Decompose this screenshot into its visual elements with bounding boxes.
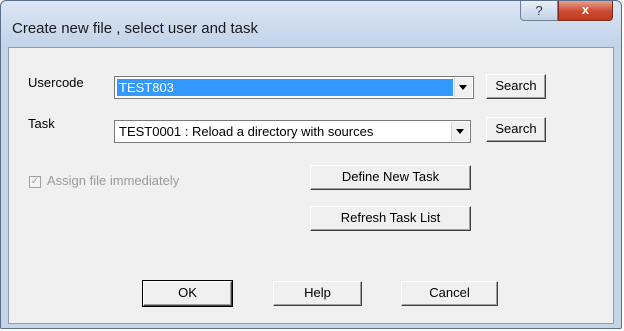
task-label: Task xyxy=(28,116,55,131)
task-search-button[interactable]: Search xyxy=(486,117,546,142)
usercode-value: TEST803 xyxy=(117,79,453,96)
task-value: TEST0001 : Reload a directory with sourc… xyxy=(119,124,374,139)
help-title-button[interactable]: ? xyxy=(520,1,558,21)
help-button[interactable]: Help xyxy=(273,281,362,306)
title-bar[interactable]: Create new file , select user and task ?… xyxy=(1,1,621,47)
refresh-task-list-button[interactable]: Refresh Task List xyxy=(310,206,471,231)
chevron-down-icon[interactable] xyxy=(454,78,472,97)
dialog-window: Create new file , select user and task ?… xyxy=(0,0,622,329)
ok-button[interactable]: OK xyxy=(142,280,233,307)
close-button[interactable]: x xyxy=(558,1,613,21)
cancel-button[interactable]: Cancel xyxy=(401,281,498,306)
dialog-title: Create new file , select user and task xyxy=(12,20,258,37)
dialog-body: Usercode TEST803 Search Task TEST0001 : … xyxy=(8,47,614,324)
usercode-label: Usercode xyxy=(28,75,84,90)
assign-file-label: Assign file immediately xyxy=(47,173,180,188)
usercode-combobox[interactable]: TEST803 xyxy=(114,76,474,99)
task-combobox[interactable]: TEST0001 : Reload a directory with sourc… xyxy=(114,120,471,143)
assign-checkbox[interactable]: ✓ xyxy=(29,176,41,188)
close-icon: x xyxy=(581,2,590,17)
question-mark-icon: ? xyxy=(535,3,543,18)
usercode-search-button[interactable]: Search xyxy=(486,74,546,99)
checkmark-icon: ✓ xyxy=(30,176,40,187)
define-new-task-button[interactable]: Define New Task xyxy=(310,165,471,190)
chevron-down-icon[interactable] xyxy=(451,122,469,141)
